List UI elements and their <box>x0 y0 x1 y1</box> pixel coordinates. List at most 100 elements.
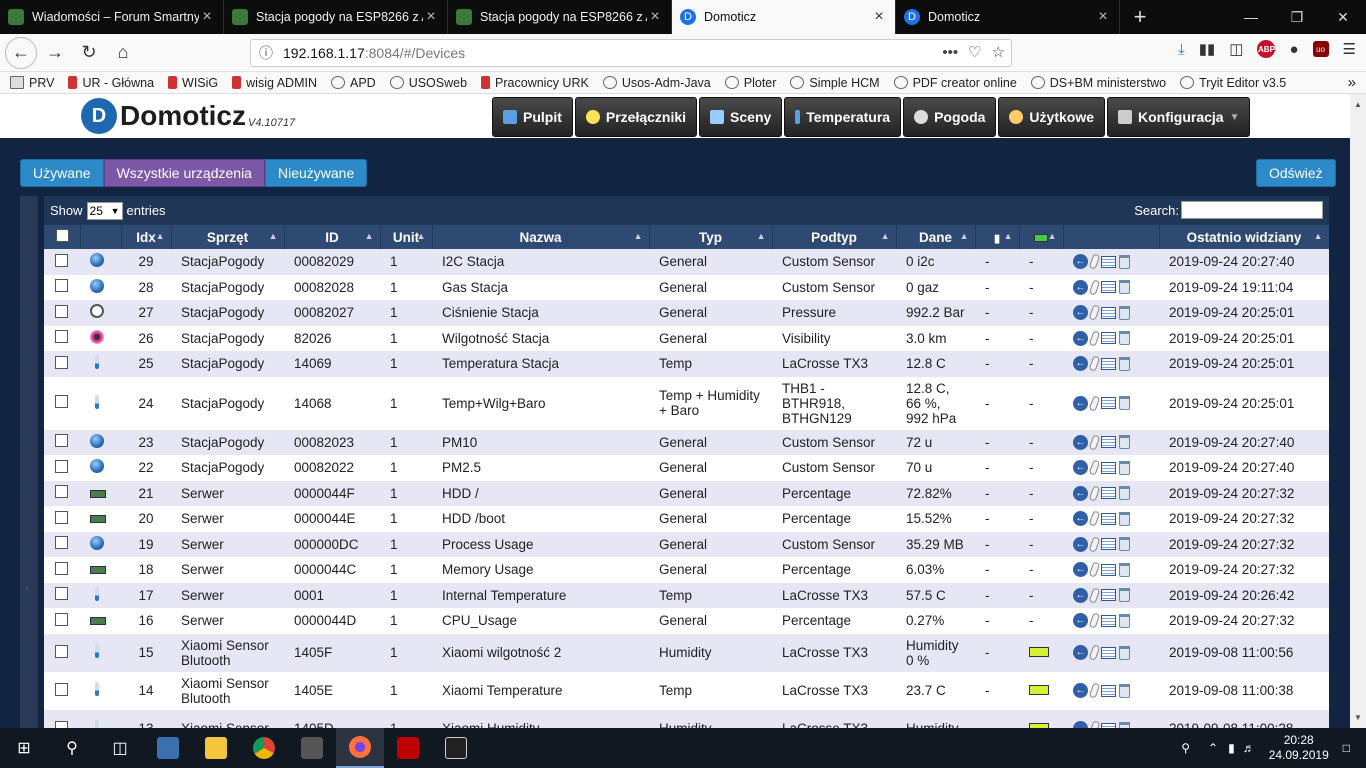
replace-device-icon[interactable]: ← <box>1073 330 1088 346</box>
browser-tab[interactable]: D Domoticz × <box>672 0 896 34</box>
bookmark-item[interactable]: Usos-Adm-Java <box>602 76 711 90</box>
log-icon[interactable] <box>1101 589 1116 602</box>
globe-icon[interactable] <box>90 433 104 448</box>
select-cell[interactable] <box>44 455 80 481</box>
table-row[interactable]: 23 StacjaPogody 00082023 1 PM10 General Custom… <box>44 429 1329 455</box>
select-cell[interactable] <box>44 376 80 430</box>
delete-trash-icon[interactable] <box>1119 588 1130 603</box>
barometer-icon[interactable] <box>90 304 104 319</box>
thermometer-icon[interactable] <box>95 644 99 658</box>
rename-pencil-icon[interactable] <box>1088 682 1101 699</box>
select-cell[interactable] <box>44 671 80 710</box>
delete-trash-icon[interactable] <box>1119 460 1130 475</box>
idx-header[interactable]: Idx ▲ <box>121 225 172 249</box>
select-cell[interactable] <box>44 325 80 351</box>
id-header[interactable]: ID ▲ <box>284 225 381 249</box>
subtype-header[interactable]: Podtyp ▲ <box>772 225 897 249</box>
notifications-icon[interactable]: □ <box>1343 741 1350 755</box>
delete-trash-icon[interactable] <box>1119 537 1130 552</box>
bookmark-item[interactable]: Ploter <box>724 76 776 90</box>
rename-pencil-icon[interactable] <box>1088 279 1101 296</box>
delete-trash-icon[interactable] <box>1119 613 1130 628</box>
delete-trash-icon[interactable] <box>1119 280 1130 295</box>
table-row[interactable]: 28 StacjaPogody 00082028 1 Gas Stacja General… <box>44 274 1329 300</box>
file-explorer-icon[interactable] <box>192 728 240 768</box>
search-input[interactable] <box>1181 201 1323 219</box>
delete-trash-icon[interactable] <box>1119 356 1130 371</box>
thermometer-icon[interactable] <box>95 355 99 370</box>
rename-pencil-icon[interactable] <box>1088 612 1101 629</box>
bookmark-item[interactable]: PDF creator online <box>893 76 1017 90</box>
search-icon[interactable]: ⚲ <box>48 728 96 768</box>
address-bar[interactable]: ⓘ 192.168.1.17:8084/#/Devices ••• ♡ ☆ <box>250 39 1012 67</box>
bookmark-item[interactable]: APD <box>330 76 376 90</box>
menu-utility[interactable]: Użytkowe <box>998 97 1105 137</box>
rename-pencil-icon[interactable] <box>1088 510 1101 527</box>
select-cell[interactable] <box>44 633 80 672</box>
replace-device-icon[interactable]: ← <box>1073 279 1088 295</box>
rename-pencil-icon[interactable] <box>1088 720 1101 728</box>
select-all-checkbox[interactable] <box>55 229 69 242</box>
row-checkbox[interactable] <box>55 510 68 524</box>
start-icon[interactable]: ⊞ <box>0 728 48 768</box>
row-checkbox[interactable] <box>55 720 68 728</box>
select-cell[interactable] <box>44 300 80 326</box>
hdd-icon[interactable] <box>90 489 106 498</box>
browser-tab[interactable]: D Domoticz × <box>896 0 1120 34</box>
signal-header[interactable]: ▮ ▲ <box>975 225 1020 249</box>
table-row[interactable]: 22 StacjaPogody 00082022 1 PM2.5 General Custo… <box>44 455 1329 481</box>
thermometer-icon[interactable] <box>95 682 99 696</box>
rename-pencil-icon[interactable] <box>1088 485 1101 502</box>
bookmark-item[interactable]: Tryit Editor v3.5 <box>1180 76 1286 90</box>
select-cell[interactable] <box>44 531 80 557</box>
select-cell[interactable] <box>44 582 80 608</box>
globe-icon[interactable] <box>90 535 104 550</box>
select-cell[interactable] <box>44 480 80 506</box>
replace-device-icon[interactable]: ← <box>1073 721 1088 728</box>
network-app-icon[interactable] <box>144 728 192 768</box>
firefox-icon[interactable] <box>336 728 384 768</box>
select-cell[interactable] <box>44 351 80 377</box>
select-cell[interactable] <box>44 274 80 300</box>
close-tab-icon[interactable]: × <box>199 8 215 26</box>
close-tab-icon[interactable]: × <box>423 8 439 26</box>
delete-trash-icon[interactable] <box>1119 396 1130 410</box>
close-tab-icon[interactable]: × <box>647 8 663 26</box>
table-row[interactable]: 27 StacjaPogody 00082027 1 Ciśnienie Stacja G… <box>44 300 1329 326</box>
visibility-icon[interactable] <box>90 329 104 344</box>
new-tab-button[interactable]: + <box>1120 0 1160 34</box>
row-checkbox[interactable] <box>55 355 68 369</box>
restore-icon[interactable]: ❐ <box>1274 0 1320 34</box>
sidebar-icon[interactable]: ◫ <box>1229 40 1243 58</box>
hdd-icon[interactable] <box>90 515 106 524</box>
log-icon[interactable] <box>1101 512 1116 525</box>
delete-trash-icon[interactable] <box>1119 435 1130 450</box>
thermometer-icon[interactable] <box>95 586 99 601</box>
bookmark-item[interactable]: Pracownicy URK <box>481 76 589 90</box>
table-row[interactable]: 13Xiaomi Sensor1405D1Xiaomi HumidityHumi… <box>44 709 1329 728</box>
table-row[interactable]: 15 Xiaomi Sensor Blutooth 1405F 1 Xiaomi wil… <box>44 633 1329 672</box>
replace-device-icon[interactable]: ← <box>1073 460 1088 476</box>
rename-pencil-icon[interactable] <box>1088 434 1101 451</box>
bookmark-item[interactable]: PRV <box>10 76 54 90</box>
replace-device-icon[interactable]: ← <box>1073 395 1088 411</box>
menu-switches[interactable]: Przełączniki <box>574 97 698 137</box>
pocket-icon[interactable]: ♡ <box>968 43 981 61</box>
log-icon[interactable] <box>1101 436 1116 449</box>
menu-icon[interactable]: ☰ <box>1343 40 1356 58</box>
menu-pulpit[interactable]: Pulpit <box>492 97 573 137</box>
log-icon[interactable] <box>1101 357 1116 370</box>
delete-trash-icon[interactable] <box>1119 645 1130 660</box>
replace-device-icon[interactable]: ← <box>1073 683 1088 698</box>
row-checkbox[interactable] <box>55 304 68 318</box>
rename-pencil-icon[interactable] <box>1088 587 1101 604</box>
select-cell[interactable] <box>44 429 80 455</box>
scroll-down-icon[interactable]: ▼ <box>1354 713 1362 722</box>
page-scrollbar[interactable]: ▲ ▼ <box>1350 94 1366 728</box>
browser-tab[interactable]: Stacja pogody na ESP8266 z AF × <box>224 0 448 34</box>
thermometer-icon[interactable] <box>95 720 99 728</box>
menu-weather[interactable]: Pogoda <box>903 97 997 137</box>
name-header[interactable]: Nazwa ▲ <box>432 225 650 249</box>
collapse-panel[interactable]: › <box>20 196 38 728</box>
data-header[interactable]: Dane ▲ <box>896 225 976 249</box>
